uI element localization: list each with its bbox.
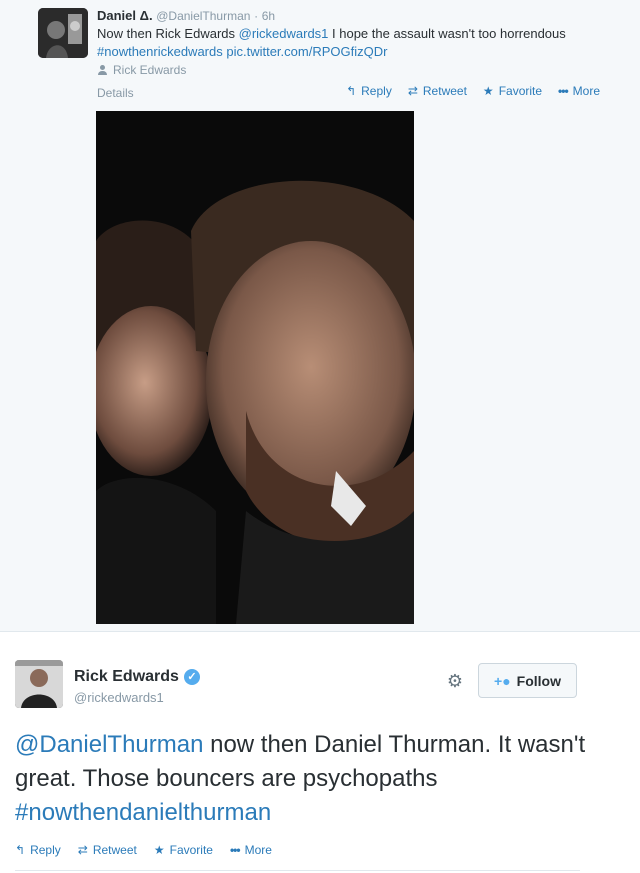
- favorite-label: Favorite: [169, 843, 213, 857]
- tweet-text-part: Now then Rick Edwards: [97, 26, 239, 41]
- tweet1-actions: ↰ Reply ⇄ Retweet ★ Favorite ••• More: [346, 84, 600, 98]
- more-label: More: [572, 84, 600, 98]
- more-dots-icon: •••: [558, 84, 569, 98]
- more-label: More: [244, 843, 272, 857]
- tweet2-actions: ↰ Reply ⇄ Retweet ★ Favorite ••• More: [15, 843, 272, 857]
- tagged-user-name: Rick Edwards: [113, 63, 187, 77]
- favorite-button[interactable]: ★ Favorite: [483, 84, 542, 98]
- more-button[interactable]: ••• More: [558, 84, 600, 98]
- author-handle[interactable]: @DanielThurman: [156, 9, 250, 23]
- hashtag-link[interactable]: #nowthenrickedwards: [97, 44, 223, 59]
- verified-badge-icon: ✓: [183, 669, 200, 685]
- retweet-icon: ⇄: [77, 843, 88, 857]
- tweet-daniel: Daniel Δ. @DanielThurman · 6h Now then R…: [0, 0, 640, 632]
- details-link[interactable]: Details: [97, 86, 134, 100]
- reply-icon: ↰: [346, 84, 357, 98]
- retweet-button[interactable]: ⇄ Retweet: [408, 84, 467, 98]
- reply-label: Reply: [361, 84, 392, 98]
- reply-button[interactable]: ↰ Reply: [346, 84, 392, 98]
- tweet-text-part: I hope the assault wasn't too horrendous: [328, 26, 566, 41]
- mention-link[interactable]: @DanielThurman: [15, 731, 203, 758]
- retweet-label: Retweet: [422, 84, 467, 98]
- favorite-button[interactable]: ★ Favorite: [154, 843, 213, 857]
- reply-icon: ↰: [15, 843, 26, 857]
- divider: [15, 870, 580, 871]
- rick-name: Rick Edwards: [74, 668, 179, 685]
- mention-link[interactable]: @rickedwards1: [239, 26, 329, 41]
- pic-link[interactable]: pic.twitter.com/RPOGfizQDr: [226, 44, 387, 59]
- more-button[interactable]: ••• More: [230, 843, 272, 857]
- hashtag-link[interactable]: #nowthendanielthurman: [15, 799, 271, 826]
- separator: ·: [254, 9, 259, 23]
- tweet-timestamp[interactable]: 6h: [262, 9, 275, 23]
- tagged-user[interactable]: Rick Edwards: [97, 63, 186, 77]
- tweet1-text: Now then Rick Edwards @rickedwards1 I ho…: [97, 25, 567, 61]
- follow-label: Follow: [516, 672, 561, 689]
- author-handle[interactable]: @rickedwards1: [74, 690, 164, 705]
- follow-button[interactable]: +● Follow: [478, 663, 577, 698]
- tweet-photo[interactable]: [96, 111, 414, 624]
- retweet-label: Retweet: [92, 843, 137, 857]
- author-name[interactable]: Rick Edwards ✓: [74, 668, 200, 686]
- add-user-icon: +●: [494, 672, 511, 689]
- author-name[interactable]: Daniel Δ.: [97, 8, 153, 23]
- avatar-rick[interactable]: [15, 660, 63, 708]
- retweet-button[interactable]: ⇄ Retweet: [78, 843, 137, 857]
- gear-icon[interactable]: ⚙: [444, 670, 466, 692]
- retweet-icon: ⇄: [407, 84, 418, 98]
- more-dots-icon: •••: [229, 843, 241, 857]
- tweet1-header: Daniel Δ. @DanielThurman · 6h: [97, 8, 275, 23]
- star-icon: ★: [153, 843, 165, 857]
- tweet2-text: @DanielThurman now then Daniel Thurman. …: [15, 728, 615, 830]
- star-icon: ★: [482, 84, 494, 98]
- favorite-label: Favorite: [498, 84, 543, 98]
- reply-button[interactable]: ↰ Reply: [15, 843, 61, 857]
- avatar-daniel[interactable]: [38, 8, 88, 58]
- reply-label: Reply: [30, 843, 61, 857]
- person-icon: [97, 65, 107, 75]
